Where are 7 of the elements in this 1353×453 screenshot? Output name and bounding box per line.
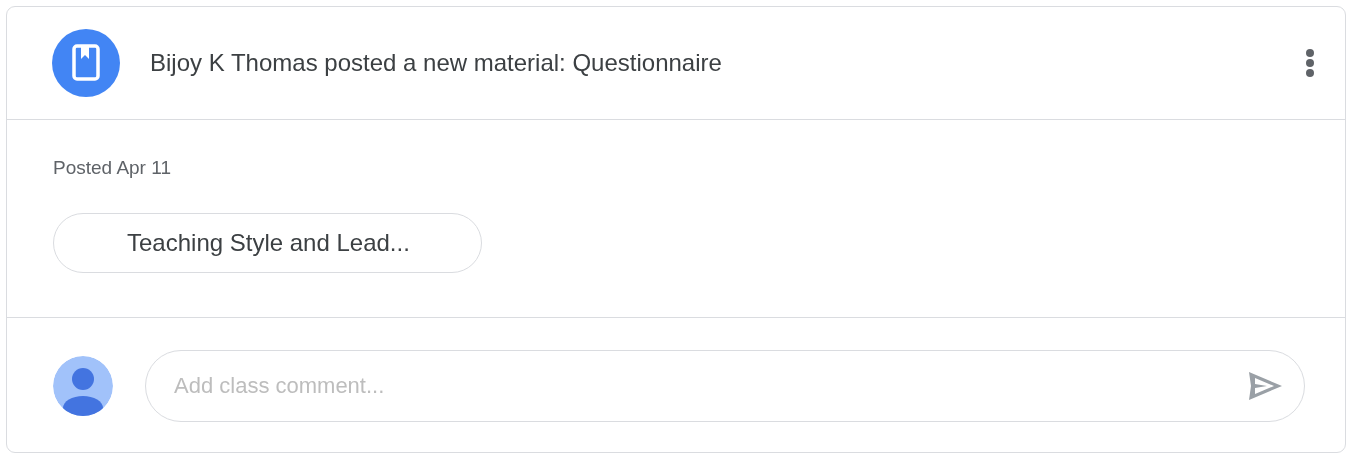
post-title: Bijoy K Thomas posted a new material: Questionnaire	[150, 48, 722, 78]
more-options-button[interactable]	[1305, 48, 1315, 78]
posted-date: Posted Apr 11	[53, 156, 172, 180]
comment-field[interactable]: Add class comment...	[145, 350, 1305, 422]
attachment-chip[interactable]: Teaching Style and Lead...	[53, 212, 482, 273]
avatar-icon	[53, 356, 113, 416]
material-icon	[52, 29, 120, 97]
